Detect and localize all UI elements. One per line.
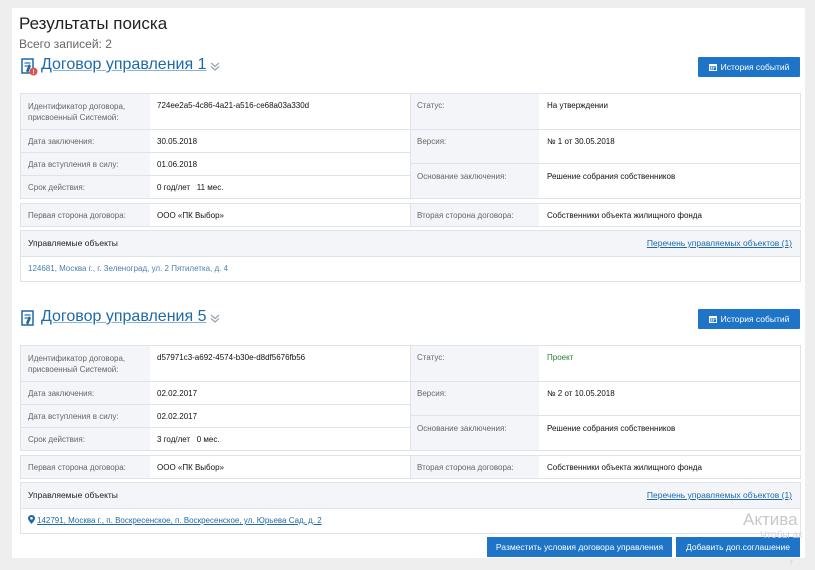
calendar-icon [708,64,717,71]
chevron-down-icon[interactable] [209,312,221,324]
contract-id-value: d57971c3-a692-4574-b30e-d8df5676fb56 [157,353,306,362]
contract-parties-grid: Первая сторона договора: ООО «ПК Выбор» … [20,203,801,227]
history-events-button[interactable]: История событий [698,57,800,77]
basis-value: Решение собрания собственников [547,172,676,181]
duration-label: Срок действия: [28,183,85,192]
version-label: Версия: [417,389,447,398]
total-records: Всего записей: 2 [19,37,112,51]
status-label: Статус: [417,353,445,362]
first-party-label: Первая сторона договора: [28,463,126,472]
managed-objects-section: Управляемые объекты Перечень управляемых… [20,230,801,282]
history-events-button[interactable]: История событий [698,309,800,329]
effective-value: 02.02.2017 [157,412,198,421]
object-address-link[interactable]: 124681, Москва г., г. Зеленоград, ул. 2 … [28,264,228,273]
second-party-value: Собственники объекта жилищного фонда [547,463,702,472]
basis-value: Решение собрания собственников [547,424,676,433]
first-party-value: ООО «ПК Выбор» [157,463,224,472]
status-label: Статус: [417,101,445,110]
basis-label: Основание заключения: [417,172,507,181]
object-address-text: 142791, Москва г., п. Воскресенское, п. … [37,516,322,525]
contract-header: Договор управления 5 [19,308,809,333]
managed-objects-title: Управляемые объекты [28,490,118,500]
duration-value: 0 год/лет 11 мес. [157,183,224,192]
second-party-value: Собственники объекта жилищного фонда [547,211,702,220]
basis-label: Основание заключения: [417,424,507,433]
second-party-label: Вторая сторона договора: [417,211,514,220]
first-party-label: Первая сторона договора: [28,211,126,220]
concluded-label: Дата заключения: [28,389,95,398]
contract-details-grid: Идентификатор договора, присвоенный Сист… [20,93,801,199]
managed-objects-list-link[interactable]: Перечень управляемых объектов (1) [647,490,792,500]
version-label: Версия: [417,137,447,146]
contract-header: ! Договор управления 1 [19,56,809,81]
contract-title-link[interactable]: Договор управления 1 [41,56,206,74]
version-value: № 2 от 10.05.2018 [547,389,615,398]
contract-details-grid: Идентификатор договора, присвоенный Сист… [20,345,801,451]
effective-value: 01.06.2018 [157,160,198,169]
concluded-value: 02.02.2017 [157,389,198,398]
second-party-label: Вторая сторона договора: [417,463,514,472]
svg-text:!: ! [33,70,35,76]
concluded-value: 30.05.2018 [157,137,198,146]
effective-label: Дата вступления в силу: [28,412,119,421]
contract-title-link[interactable]: Договор управления 5 [41,308,206,326]
place-contract-terms-button[interactable]: Разместить условия договора управления [487,537,672,557]
status-value: Проект [547,353,574,362]
calendar-icon [708,316,717,323]
managed-objects-title: Управляемые объекты [28,238,118,248]
concluded-label: Дата заключения: [28,137,95,146]
windows-activation-watermark-line: г [790,557,794,567]
contract-id-label: Идентификатор договора, присвоенный Сист… [28,354,126,374]
page-title: Результаты поиска [19,14,168,33]
contract-parties-grid: Первая сторона договора: ООО «ПК Выбор» … [20,455,801,479]
windows-activation-watermark: Актива [743,510,798,529]
version-value: № 1 от 30.05.2018 [547,137,615,146]
effective-label: Дата вступления в силу: [28,160,119,169]
contract-document-icon: ! [21,58,38,76]
first-party-value: ООО «ПК Выбор» [157,211,224,220]
windows-activation-watermark-line: Чтобы ак [760,530,803,541]
map-pin-icon [28,515,35,524]
history-events-label: История событий [720,314,790,324]
contract-id-value: 724ee2a5-4c86-4a21-a516-ce68a03a330d [157,101,310,110]
duration-value: 3 год/лет 0 мес. [157,435,220,444]
managed-objects-list-link[interactable]: Перечень управляемых объектов (1) [647,238,792,248]
object-address-link[interactable]: 142791, Москва г., п. Воскресенское, п. … [28,515,322,525]
managed-objects-section: Управляемые объекты Перечень управляемых… [20,482,801,534]
history-events-label: История событий [720,62,790,72]
status-value: На утверждении [547,101,608,110]
chevron-down-icon[interactable] [209,60,221,72]
duration-label: Срок действия: [28,435,85,444]
contract-document-icon [21,310,34,326]
contract-id-label: Идентификатор договора, присвоенный Сист… [28,102,126,122]
